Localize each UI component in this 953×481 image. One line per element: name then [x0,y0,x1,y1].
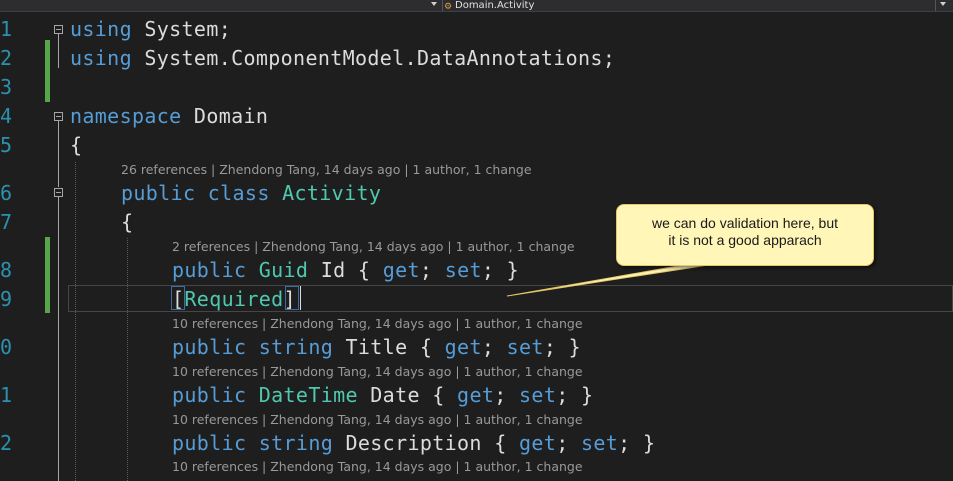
callout-text-line-1: we can do validation here, but [651,215,838,231]
annotation-callout: we can do validation here, but it is not… [616,204,874,266]
callout-text-line-2: it is not a good apparach [668,232,822,248]
